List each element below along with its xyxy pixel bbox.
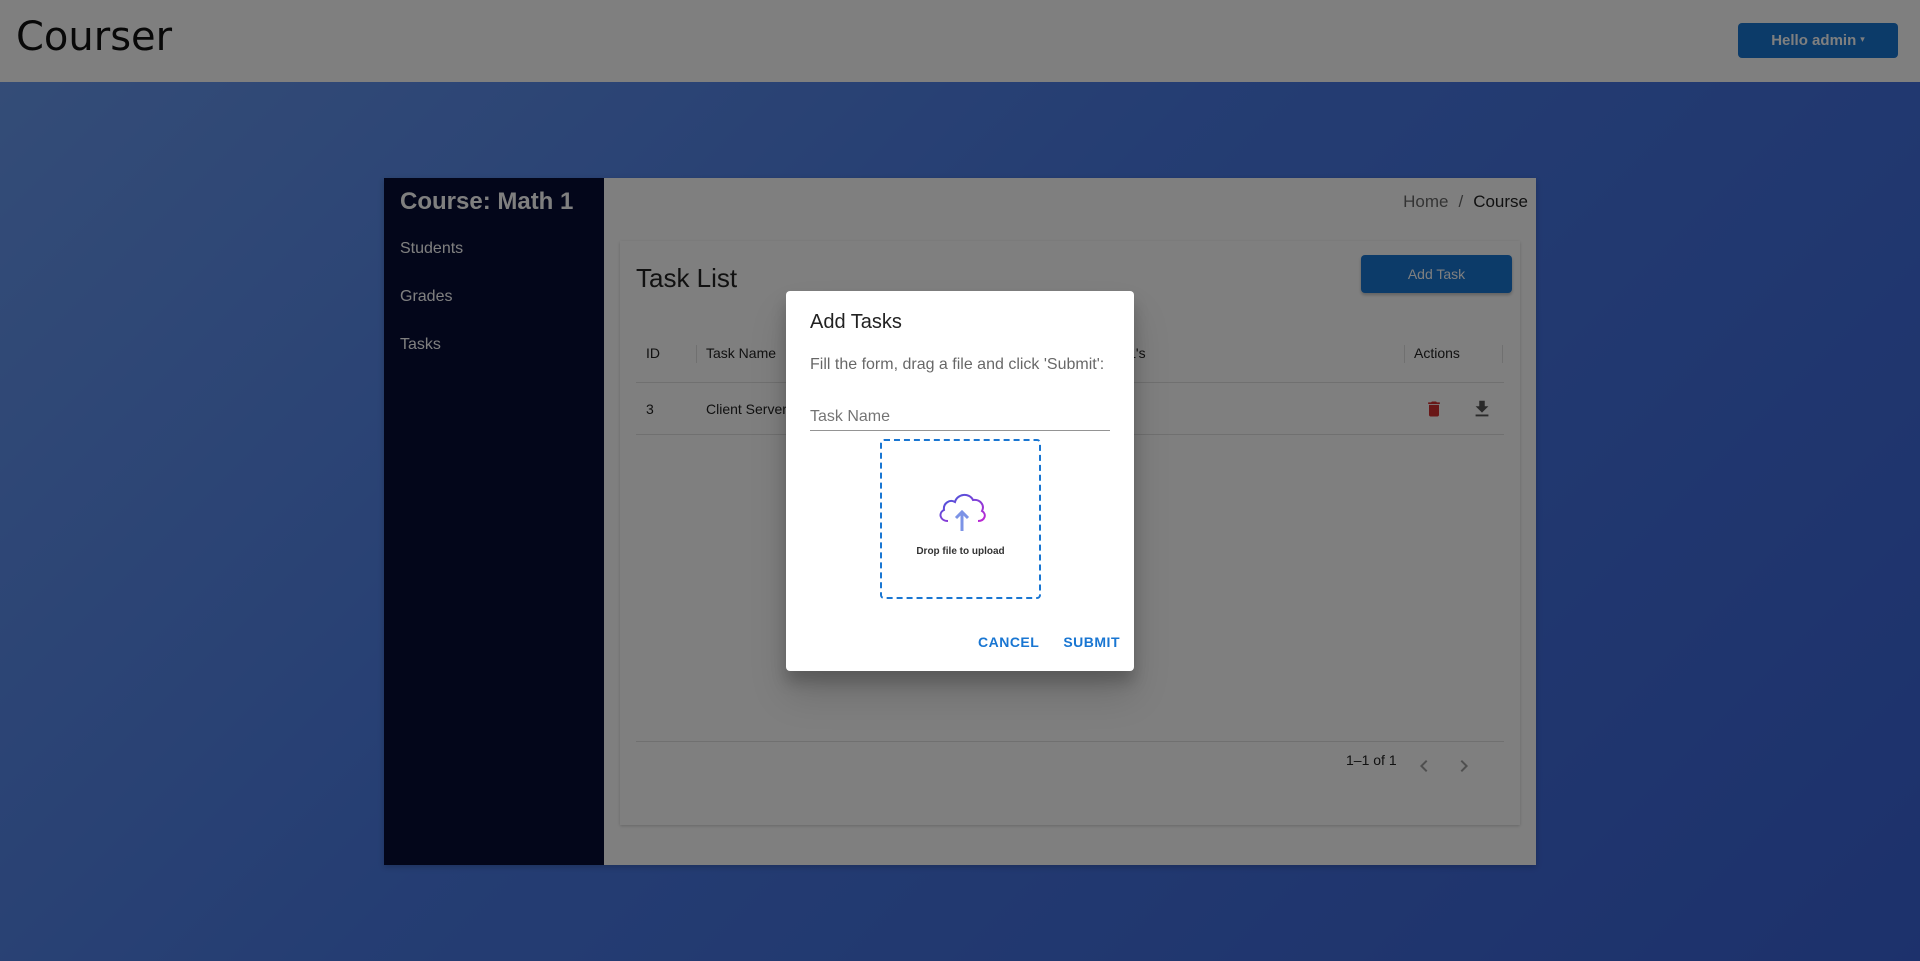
cancel-button[interactable]: CANCEL (978, 634, 1039, 650)
cloud-upload-icon (939, 494, 986, 531)
dialog-actions: CANCEL SUBMIT (978, 634, 1120, 650)
dialog-title: Add Tasks (810, 311, 902, 333)
add-tasks-dialog: Add Tasks Fill the form, drag a file and… (786, 291, 1134, 671)
file-dropzone[interactable]: Drop file to upload (880, 439, 1041, 599)
submit-button[interactable]: SUBMIT (1063, 634, 1120, 650)
dropzone-label: Drop file to upload (916, 546, 1005, 557)
dialog-instructions: Fill the form, drag a file and click 'Su… (810, 356, 1105, 373)
task-name-input[interactable] (810, 403, 1110, 431)
